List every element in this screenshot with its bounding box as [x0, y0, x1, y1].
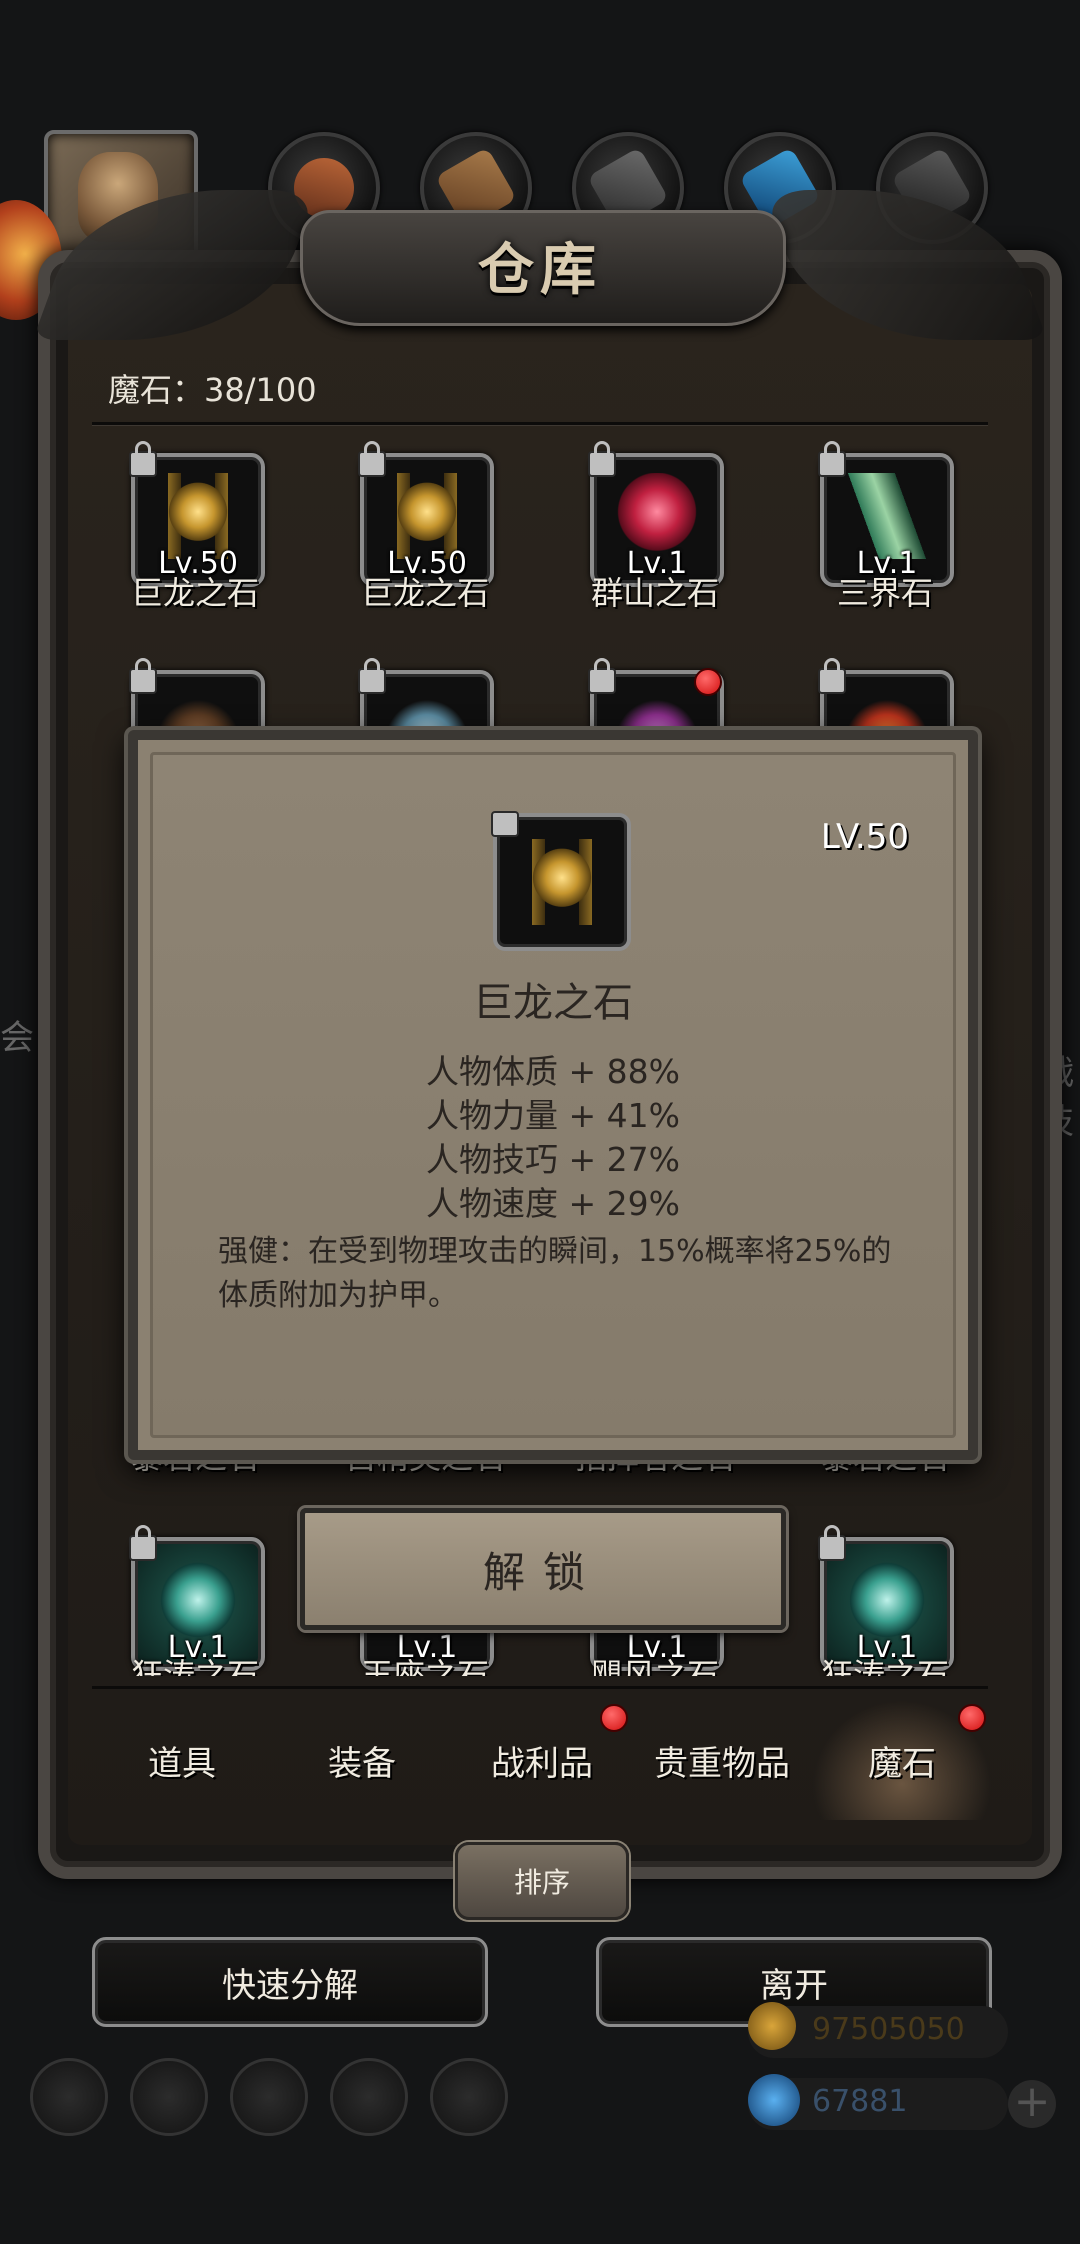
item-name: 三界石 [836, 574, 933, 612]
stone-count: 魔石：38/100 [108, 371, 317, 409]
lock-icon [129, 441, 157, 477]
lock-icon [129, 658, 157, 694]
lock-icon [129, 1525, 157, 1561]
notification-dot [600, 1704, 628, 1732]
add-currency-icon[interactable]: + [1008, 2080, 1056, 2128]
popup-item-name: 巨龙之石 [473, 980, 633, 1026]
category-tabs: 道具 装备 战利品 贵重物品 魔石 [92, 1700, 992, 1820]
quick-decompose-button[interactable]: 快速分解 [92, 1937, 488, 2027]
item-name: 王座之石 [360, 1656, 489, 1676]
item-name: 狂涛之石 [820, 1656, 949, 1676]
grid-item[interactable]: Lv.50 [129, 441, 265, 587]
item-name: 群山之石 [590, 574, 719, 612]
divider [92, 422, 988, 426]
tab-valuables[interactable]: 贵重物品 [632, 1700, 812, 1820]
lock-icon [358, 441, 386, 477]
sort-button[interactable]: 排序 [455, 1842, 629, 1920]
popup-stat: 人物力量 + 41% [426, 1096, 680, 1135]
lock-icon [491, 811, 519, 837]
popup-stat: 人物体质 + 88% [426, 1052, 680, 1091]
gold-dragon-stone-icon [519, 839, 605, 925]
unlock-button[interactable]: 解锁 [300, 1508, 786, 1630]
gold-amount: 97505050 [812, 2012, 965, 2047]
item-name: 巨龙之石 [360, 574, 489, 612]
item-name: 飓风之石 [590, 1656, 719, 1676]
grid-item[interactable]: Lv.50 [358, 441, 494, 587]
gem-amount: 67881 [812, 2084, 908, 2119]
settings-gear-icon[interactable] [30, 2058, 108, 2136]
tab-divider [92, 1686, 988, 1689]
popup-stat: 人物速度 + 29% [426, 1184, 680, 1223]
notification-dot [694, 668, 722, 696]
shield-icon[interactable] [430, 2058, 508, 2136]
item-name: 狂涛之石 [130, 1656, 259, 1676]
side-text-left: 会 [0, 1018, 34, 1058]
popup-level: LV.50 [820, 817, 909, 857]
blue-gem-icon [748, 2074, 800, 2126]
page-title: 仓库 [478, 238, 602, 303]
item-name: 巨龙之石 [130, 574, 259, 612]
lock-icon [818, 1525, 846, 1561]
mail-icon[interactable] [330, 2058, 408, 2136]
popup-item-icon [491, 811, 631, 951]
helmet-icon[interactable] [230, 2058, 308, 2136]
item-detail-popup: LV.50 巨龙之石 人物体质 + 88% 人物力量 + 41% 人物技巧 + … [128, 730, 978, 1460]
lock-icon [358, 658, 386, 694]
tab-equipment[interactable]: 装备 [272, 1700, 452, 1820]
grid-item[interactable]: Lv.1 [588, 441, 724, 587]
lock-icon [588, 658, 616, 694]
tab-items[interactable]: 道具 [92, 1700, 272, 1820]
notification-dot [958, 1704, 986, 1732]
grid-item[interactable]: Lv.1 [818, 441, 954, 587]
popup-description: 强健：在受到物理攻击的瞬间，15%概率将25%的体质附加为护甲。 [218, 1234, 892, 1313]
popup-stat: 人物技巧 + 27% [426, 1140, 680, 1179]
lock-icon [818, 441, 846, 477]
lock-icon [818, 658, 846, 694]
star-badge-icon[interactable] [130, 2058, 208, 2136]
lock-icon [588, 441, 616, 477]
gold-coin-icon [748, 2002, 796, 2050]
